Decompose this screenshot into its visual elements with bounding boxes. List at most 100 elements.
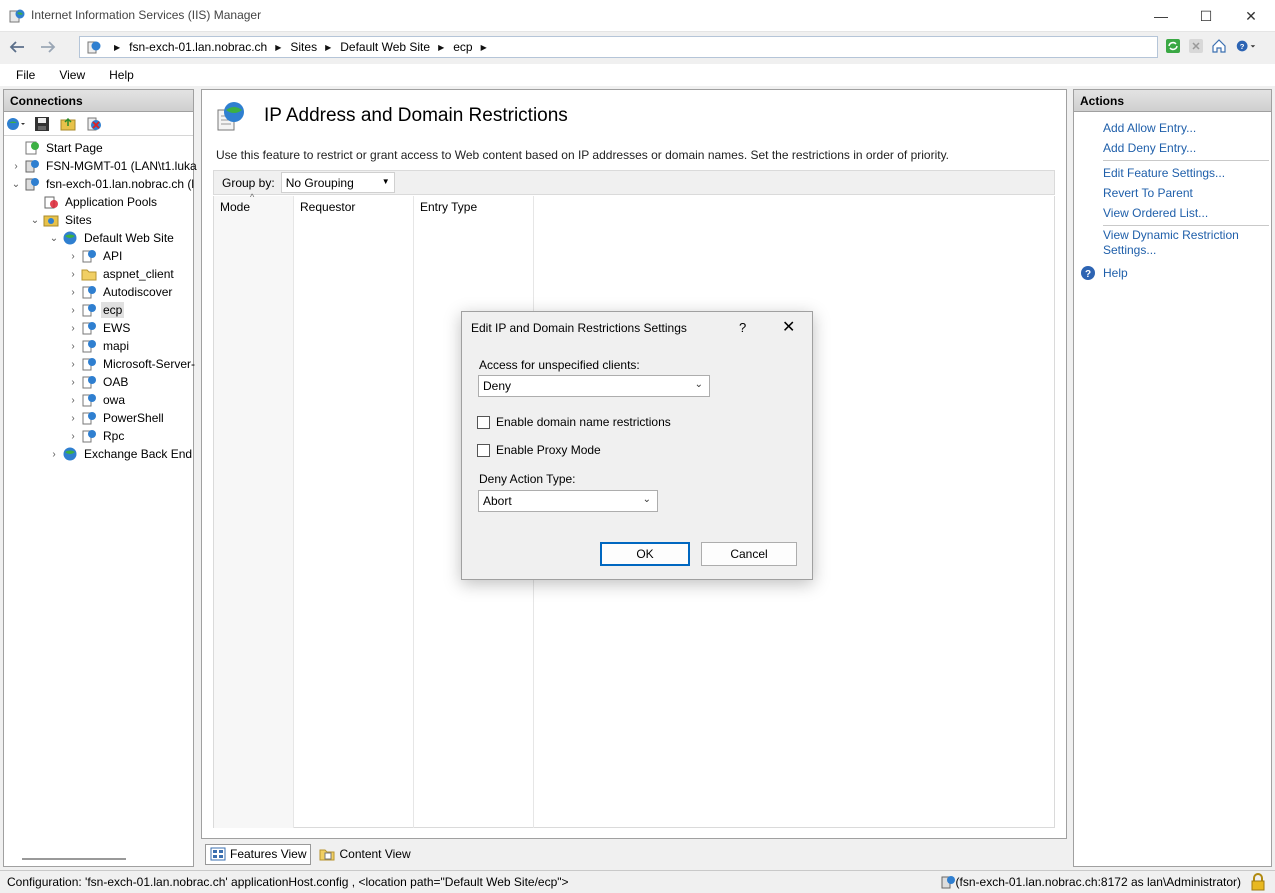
- minimize-button[interactable]: —: [1138, 0, 1184, 32]
- chevron-down-icon[interactable]: ⌄: [48, 233, 60, 244]
- tree-item-oab[interactable]: › OAB: [67, 373, 130, 391]
- horizontal-scrollbar[interactable]: [22, 858, 126, 860]
- chevron-right-icon[interactable]: ›: [67, 431, 79, 442]
- chevron-right-icon[interactable]: ›: [67, 305, 79, 316]
- address-bar[interactable]: ▶ fsn-exch-01.lan.nobrac.ch ▶ Sites ▶ De…: [79, 36, 1158, 58]
- forward-arrow-icon[interactable]: [36, 35, 60, 59]
- breadcrumb-sites[interactable]: Sites: [290, 40, 317, 54]
- breadcrumb-separator: ▶: [325, 42, 332, 52]
- tree-label: Default Web Site: [84, 231, 174, 245]
- actions-panel: Actions Add Allow Entry... Add Deny Entr…: [1073, 89, 1272, 867]
- tree-label: fsn-exch-01.lan.nobrac.ch (l: [46, 177, 195, 191]
- chevron-right-icon[interactable]: ›: [67, 395, 79, 406]
- menu-help[interactable]: Help: [101, 68, 142, 82]
- menu-view[interactable]: View: [51, 68, 93, 82]
- server-icon: [24, 158, 40, 174]
- group-by-dropdown[interactable]: No Grouping ▼: [280, 172, 395, 193]
- column-header-entry-type[interactable]: Entry Type: [414, 196, 533, 218]
- tree-label: Application Pools: [65, 195, 158, 209]
- tab-features-view[interactable]: Features View: [205, 843, 312, 865]
- ip-restrictions-icon: [217, 102, 244, 131]
- breadcrumb-server[interactable]: fsn-exch-01.lan.nobrac.ch: [129, 40, 267, 54]
- action-revert-to-parent[interactable]: Revert To Parent: [1103, 186, 1193, 200]
- column-requestor[interactable]: Requestor: [294, 196, 414, 828]
- action-view-ordered-list[interactable]: View Ordered List...: [1103, 206, 1208, 220]
- app-icon: [81, 410, 97, 426]
- refresh-icon[interactable]: [1163, 36, 1183, 56]
- tree-item-rpc[interactable]: › Rpc: [67, 427, 126, 445]
- dialog-help-button[interactable]: ?: [739, 320, 746, 335]
- maximize-button[interactable]: ☐: [1183, 0, 1229, 32]
- menu-file[interactable]: File: [8, 68, 43, 82]
- chevron-right-icon[interactable]: ›: [67, 377, 79, 388]
- close-button[interactable]: ✕: [1228, 0, 1274, 32]
- home-icon[interactable]: [1209, 36, 1229, 56]
- connect-globe-icon[interactable]: [6, 114, 26, 134]
- tab-content-view[interactable]: Content View: [315, 844, 414, 865]
- tree-item-owa[interactable]: › owa: [67, 391, 127, 409]
- up-level-icon[interactable]: [58, 114, 78, 134]
- tree-item-fsn-mgmt-01[interactable]: › FSN-MGMT-01 (LAN\t1.luka: [10, 157, 199, 175]
- chevron-right-icon[interactable]: ›: [67, 323, 79, 334]
- action-add-allow-entry[interactable]: Add Allow Entry...: [1103, 121, 1196, 135]
- proxy-mode-checkbox[interactable]: Enable Proxy Mode: [477, 443, 601, 457]
- tree-item-ews[interactable]: › EWS: [67, 319, 132, 337]
- sites-folder-icon: [43, 212, 59, 228]
- dropdown-arrow-icon: ▼: [381, 177, 390, 186]
- chevron-right-icon[interactable]: ›: [67, 341, 79, 352]
- breadcrumb-default-web-site[interactable]: Default Web Site: [340, 40, 430, 54]
- action-view-dynamic-restriction-settings-line2[interactable]: Settings...: [1103, 243, 1156, 257]
- tree-item-aspnet-client[interactable]: › aspnet_client: [67, 265, 176, 283]
- tree-item-exchange-back-end[interactable]: › Exchange Back End: [48, 445, 194, 463]
- cancel-button[interactable]: Cancel: [701, 542, 797, 566]
- chevron-right-icon[interactable]: ›: [67, 413, 79, 424]
- chevron-right-icon[interactable]: ›: [67, 359, 79, 370]
- breadcrumb-separator: ▶: [438, 42, 445, 52]
- action-edit-feature-settings[interactable]: Edit Feature Settings...: [1103, 166, 1225, 180]
- tree-item-powershell[interactable]: › PowerShell: [67, 409, 166, 427]
- tree-item-sites[interactable]: ⌄ Sites: [29, 211, 94, 229]
- tree-item-fsn-exch-01[interactable]: ⌄ fsn-exch-01.lan.nobrac.ch (l: [10, 175, 196, 193]
- app-icon: [81, 338, 97, 354]
- column-header-requestor[interactable]: Requestor: [294, 196, 413, 218]
- checkbox-box[interactable]: [477, 443, 490, 457]
- tree-item-microsoft-server[interactable]: › Microsoft-Server-: [67, 355, 197, 373]
- save-icon[interactable]: [32, 114, 52, 134]
- deny-action-value: Abort: [483, 494, 512, 508]
- tree-item-autodiscover[interactable]: › Autodiscover: [67, 283, 174, 301]
- deny-action-label: Deny Action Type:: [479, 472, 576, 486]
- back-arrow-icon[interactable]: [5, 35, 29, 59]
- checkbox-box[interactable]: [477, 415, 490, 429]
- access-dropdown[interactable]: Deny ⌄: [478, 375, 710, 397]
- sort-caret-icon: ^: [250, 192, 255, 202]
- tree-item-ecp[interactable]: › ecp: [67, 301, 125, 319]
- chevron-right-icon[interactable]: ›: [67, 251, 79, 262]
- tree-item-application-pools[interactable]: Application Pools: [29, 193, 159, 211]
- action-help[interactable]: Help: [1103, 266, 1128, 280]
- tree-item-mapi[interactable]: › mapi: [67, 337, 131, 355]
- disconnect-icon[interactable]: [84, 114, 104, 134]
- action-view-dynamic-restriction-settings[interactable]: View Dynamic Restriction: [1103, 228, 1239, 242]
- chevron-right-icon[interactable]: ›: [10, 161, 22, 172]
- domain-restrictions-checkbox[interactable]: Enable domain name restrictions: [477, 415, 671, 429]
- stop-icon[interactable]: [1186, 36, 1206, 56]
- chevron-right-icon[interactable]: ›: [67, 269, 79, 280]
- ok-button[interactable]: OK: [600, 542, 690, 566]
- help-dropdown-icon[interactable]: ?: [1236, 36, 1256, 56]
- chevron-right-icon[interactable]: ›: [48, 449, 60, 460]
- tree-item-api[interactable]: › API: [67, 247, 124, 265]
- tree-item-start-page[interactable]: Start Page: [10, 139, 105, 157]
- deny-action-dropdown[interactable]: Abort ⌄: [478, 490, 658, 512]
- chevron-down-icon[interactable]: ⌄: [29, 215, 41, 226]
- tree-item-default-web-site[interactable]: ⌄ Default Web Site: [48, 229, 176, 247]
- action-add-deny-entry[interactable]: Add Deny Entry...: [1103, 141, 1196, 155]
- address-globe-icon: [87, 41, 101, 54]
- chevron-down-icon[interactable]: ⌄: [10, 179, 22, 190]
- breadcrumb-ecp[interactable]: ecp: [453, 40, 472, 54]
- column-mode[interactable]: Mode: [214, 196, 294, 828]
- breadcrumb-separator: ▶: [114, 42, 121, 52]
- app-icon: [81, 320, 97, 336]
- view-switcher: Features View Content View: [201, 841, 1067, 867]
- dialog-close-button[interactable]: ✕: [782, 317, 795, 337]
- chevron-right-icon[interactable]: ›: [67, 287, 79, 298]
